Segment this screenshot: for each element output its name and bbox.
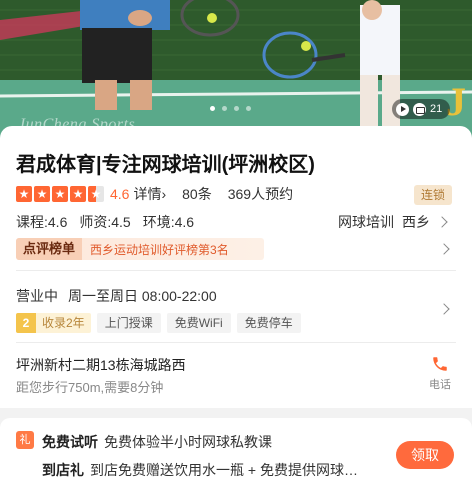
carousel-dots xyxy=(210,106,251,111)
course-score: 课程:4.6 xyxy=(16,214,68,230)
business-detail-page: J JunCheng Sports 21 君成体育|专注网球培训(坪洲校区) ★… xyxy=(0,0,472,485)
years-badge-number: 2 xyxy=(16,313,36,333)
gift-title: 到店礼 xyxy=(42,462,84,478)
feature-tags: 2 收录2年 上门授课 免费WiFi 免费停车 xyxy=(16,313,301,333)
business-hours[interactable]: 营业中 周一至周日 08:00-22:00 xyxy=(16,286,217,306)
feature-tag-wifi: 免费WiFi xyxy=(166,313,231,333)
phone-icon xyxy=(433,357,447,371)
camera-icon xyxy=(413,102,426,116)
gift-description: 到店免费赠送饮用水一瓶 + 免费提供网球… xyxy=(90,462,358,478)
carousel-dot xyxy=(222,106,227,111)
years-listed-tag: 收录2年 xyxy=(36,313,91,333)
carousel-dot xyxy=(234,106,239,111)
star-icon: ★ xyxy=(16,186,32,202)
address[interactable]: 坪洲新村二期13栋海城路西 xyxy=(16,355,186,375)
review-count[interactable]: 80条 xyxy=(182,184,212,204)
feature-tag-parking: 免费停车 xyxy=(236,313,301,333)
open-status: 营业中 xyxy=(16,288,58,304)
chevron-right-icon xyxy=(436,216,448,228)
feature-tag-home-lesson: 上门授课 xyxy=(96,313,161,333)
rating-row[interactable]: ★ ★ ★ ★ ★ 4.6 详情› 80条 369人预约 xyxy=(16,185,293,203)
star-icon: ★ xyxy=(70,186,86,202)
video-icon xyxy=(396,102,409,116)
divider xyxy=(16,270,456,271)
star-icon: ★ xyxy=(34,186,50,202)
teacher-score: 师资:4.5 xyxy=(79,214,131,230)
trial-title: 免费试听 xyxy=(42,434,98,450)
claim-button[interactable]: 领取 xyxy=(396,441,454,469)
phone-label: 电话 xyxy=(429,379,451,391)
walking-distance: 距您步行750m,需要8分钟 xyxy=(16,380,164,395)
category-label: 网球培训 xyxy=(338,214,394,230)
environment-score: 环境:4.6 xyxy=(142,214,195,230)
hero-photo-carousel[interactable]: J JunCheng Sports 21 xyxy=(0,0,472,140)
ranking-badge: 点评榜单 xyxy=(16,238,83,260)
free-trial-offer: 免费试听 免费体验半小时网球私教课 xyxy=(42,432,272,452)
business-title: 君成体育|专注网球培训(坪洲校区) xyxy=(16,154,315,176)
details-link[interactable]: 详情› xyxy=(133,184,166,204)
carousel-dot xyxy=(246,106,251,111)
category-link[interactable]: 网球培训 西乡 xyxy=(338,212,448,232)
ranking-banner[interactable]: 点评榜单 西乡运动培训好评榜第3名 xyxy=(16,238,264,260)
divider xyxy=(16,342,456,343)
store-gift-offer: 到店礼 到店免费赠送饮用水一瓶 + 免费提供网球… xyxy=(42,460,358,480)
svg-text:J: J xyxy=(446,79,466,124)
half-star-icon: ★ xyxy=(88,186,104,202)
star-icon: ★ xyxy=(52,186,68,202)
photo-count: 21 xyxy=(430,103,443,115)
carousel-dot xyxy=(210,106,215,111)
chain-badge: 连锁 xyxy=(414,185,452,205)
area-label: 西乡 xyxy=(402,214,430,230)
sub-scores: 课程:4.6 师资:4.5 环境:4.6 xyxy=(16,212,194,232)
gift-icon: 礼 xyxy=(16,431,34,449)
ranking-text: 西乡运动培训好评榜第3名 xyxy=(90,242,229,257)
hours-time: 周一至周日 08:00-22:00 xyxy=(68,288,217,304)
rating-score: 4.6 xyxy=(110,186,130,202)
photo-counter[interactable]: 21 xyxy=(392,99,451,119)
details-link-label: 详情 xyxy=(133,186,162,202)
booking-count: 369人预约 xyxy=(227,186,294,202)
phone-button[interactable]: 电话 xyxy=(420,355,460,392)
trial-description: 免费体验半小时网球私教课 xyxy=(104,434,272,450)
star-rating: ★ ★ ★ ★ ★ xyxy=(16,186,104,202)
